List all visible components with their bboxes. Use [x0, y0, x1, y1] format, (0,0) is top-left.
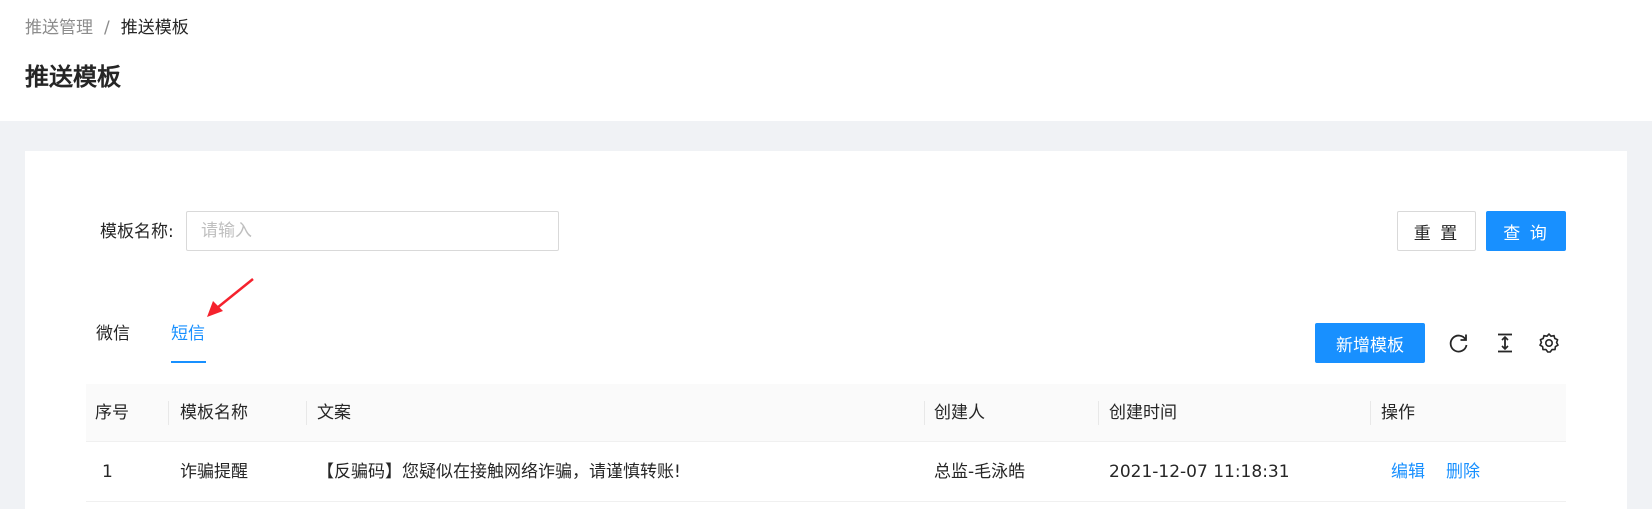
cell-template-name: 诈骗提醒: [180, 462, 248, 482]
query-button[interactable]: 查 询: [1486, 211, 1566, 251]
breadcrumb-current: 推送模板: [120, 18, 189, 38]
column-header-created-at: 创建时间: [1109, 403, 1177, 423]
add-template-button[interactable]: 新增模板: [1315, 323, 1425, 363]
annotation-arrow-icon: [207, 278, 254, 317]
column-header-name: 模板名称: [180, 403, 248, 423]
page-header: 推送管理 / 推送模板 推送模板: [0, 0, 1652, 121]
cell-content: 【反骗码】您疑似在接触网络诈骗，请谨慎转账!: [317, 462, 681, 482]
column-divider: [168, 401, 169, 425]
template-name-input[interactable]: [186, 211, 559, 251]
edit-link[interactable]: 编辑: [1391, 442, 1425, 502]
column-header-actions: 操作: [1381, 403, 1415, 423]
reload-icon[interactable]: [1448, 332, 1470, 354]
template-table: 序号 模板名称 文案 创建人 创建时间 操作 1 诈骗提醒 【反骗码】您疑似在接…: [86, 384, 1566, 502]
breadcrumb-separator: /: [104, 18, 110, 38]
breadcrumb-link-push-management[interactable]: 推送管理: [25, 16, 93, 40]
reset-button[interactable]: 重 置: [1397, 211, 1476, 251]
breadcrumb: 推送管理 / 推送模板: [25, 16, 189, 40]
tab-wechat[interactable]: 微信: [96, 322, 130, 346]
column-header-index: 序号: [95, 403, 129, 423]
template-name-label: 模板名称:: [100, 222, 174, 242]
column-divider: [1098, 401, 1099, 425]
table-header: 序号 模板名称 文案 创建人 创建时间 操作: [86, 384, 1566, 442]
tab-sms[interactable]: 短信: [171, 322, 205, 346]
active-tab-indicator: [171, 361, 206, 363]
column-divider: [924, 401, 925, 425]
delete-link[interactable]: 删除: [1446, 442, 1480, 502]
setting-icon[interactable]: [1538, 332, 1560, 354]
column-header-creator: 创建人: [934, 403, 985, 423]
table-row: 1 诈骗提醒 【反骗码】您疑似在接触网络诈骗，请谨慎转账! 总监-毛泳皓 202…: [86, 442, 1566, 502]
page-title: 推送模板: [25, 63, 121, 91]
column-height-icon[interactable]: [1494, 332, 1516, 354]
column-divider: [1370, 401, 1371, 425]
cell-created-at: 2021-12-07 11:18:31: [1109, 462, 1290, 482]
cell-index: 1: [102, 462, 113, 482]
column-divider: [306, 401, 307, 425]
cell-creator: 总监-毛泳皓: [934, 462, 1026, 482]
column-header-content: 文案: [317, 403, 351, 423]
